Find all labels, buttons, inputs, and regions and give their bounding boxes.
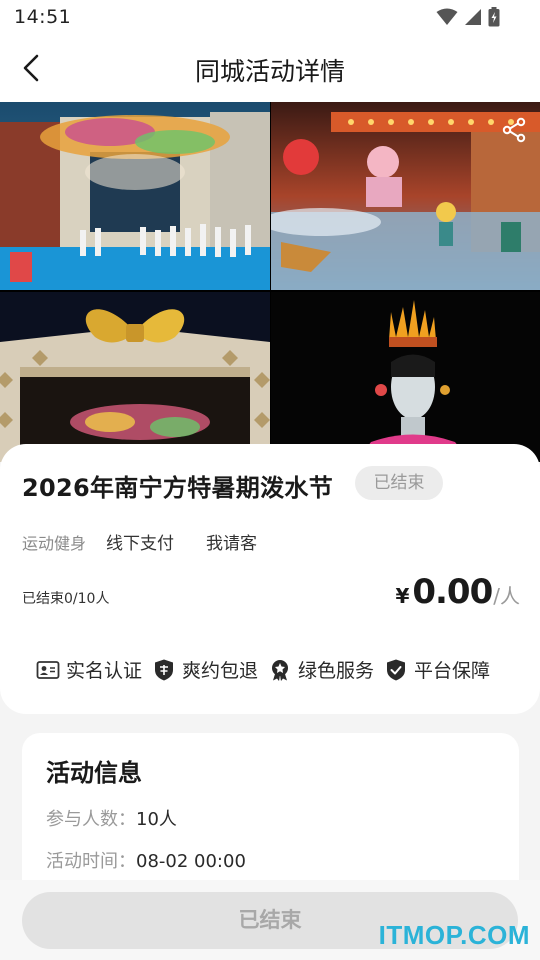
guarantee-green-service: 绿色服务 <box>268 656 374 683</box>
photo-garden-stage[interactable] <box>0 102 270 290</box>
photo-gift-arch[interactable] <box>0 292 270 462</box>
price-row: ¥ 0.00 /人 <box>395 572 520 612</box>
category-tag: 运动健身 <box>22 533 87 553</box>
guarantee-refund: 爽约包退 <box>152 656 258 683</box>
watermark-logo: ITMOP.COM <box>378 920 530 950</box>
activity-info-title: 活动信息 <box>46 759 142 787</box>
status-time: 14:51 <box>14 6 72 28</box>
info-value: 10人 <box>136 809 177 830</box>
share-button[interactable] <box>500 116 528 144</box>
status-icons <box>436 7 500 27</box>
refund-shield-icon <box>155 659 174 680</box>
price-unit: /人 <box>493 584 520 608</box>
guarantee-real-name: 实名认证 <box>36 656 142 683</box>
event-title: 2026年南宁方特暑期泼水节 <box>22 474 333 502</box>
info-row-time: 活动时间：08-02 00:00 <box>46 847 246 873</box>
photo-gallery[interactable] <box>0 102 540 462</box>
guarantee-list: 实名认证 爽约包退 绿色服务 平台保障 <box>36 656 500 683</box>
price-value: 0.00 <box>412 572 493 612</box>
cell-signal-icon <box>465 9 481 25</box>
info-key: 参与人数： <box>46 809 136 830</box>
info-value: 08-02 00:00 <box>136 851 246 872</box>
event-tags: 运动健身 线下支付 我请客 <box>22 529 289 555</box>
battery-icon <box>488 7 500 27</box>
participants-status: 已结束0/10人 <box>22 591 110 607</box>
id-card-icon <box>36 660 60 679</box>
bottom-action-bar: 已结束 ITMOP.COM <box>0 880 540 960</box>
info-key: 活动时间： <box>46 851 136 872</box>
guarantee-label: 绿色服务 <box>298 660 375 682</box>
currency-symbol: ¥ <box>395 584 410 608</box>
photo-dancer-statue[interactable] <box>271 292 540 462</box>
wifi-icon <box>436 8 458 25</box>
status-bar: 14:51 <box>0 0 540 36</box>
share-icon <box>502 117 526 143</box>
info-row-participants: 参与人数：10人 <box>46 805 177 831</box>
page-title: 同城活动详情 <box>194 57 345 86</box>
guarantee-platform: 平台保障 <box>384 656 490 683</box>
status-badge: 已结束 <box>355 466 443 500</box>
payment-tag: 线下支付 <box>106 534 175 554</box>
guarantee-label: 爽约包退 <box>182 660 259 682</box>
guarantee-label: 实名认证 <box>66 660 143 682</box>
title-bar: 同城活动详情 <box>0 36 540 102</box>
guarantee-label: 平台保障 <box>414 660 491 682</box>
treat-tag: 我请客 <box>206 534 258 554</box>
event-info-card: 2026年南宁方特暑期泼水节 已结束 运动健身 线下支付 我请客 已结束0/10… <box>0 444 540 714</box>
shield-check-icon <box>387 659 406 680</box>
photo-cartoon-village[interactable] <box>271 102 540 290</box>
activity-info-card: 活动信息 参与人数：10人 活动时间：08-02 00:00 <box>22 733 519 903</box>
green-badge-icon <box>272 659 289 681</box>
